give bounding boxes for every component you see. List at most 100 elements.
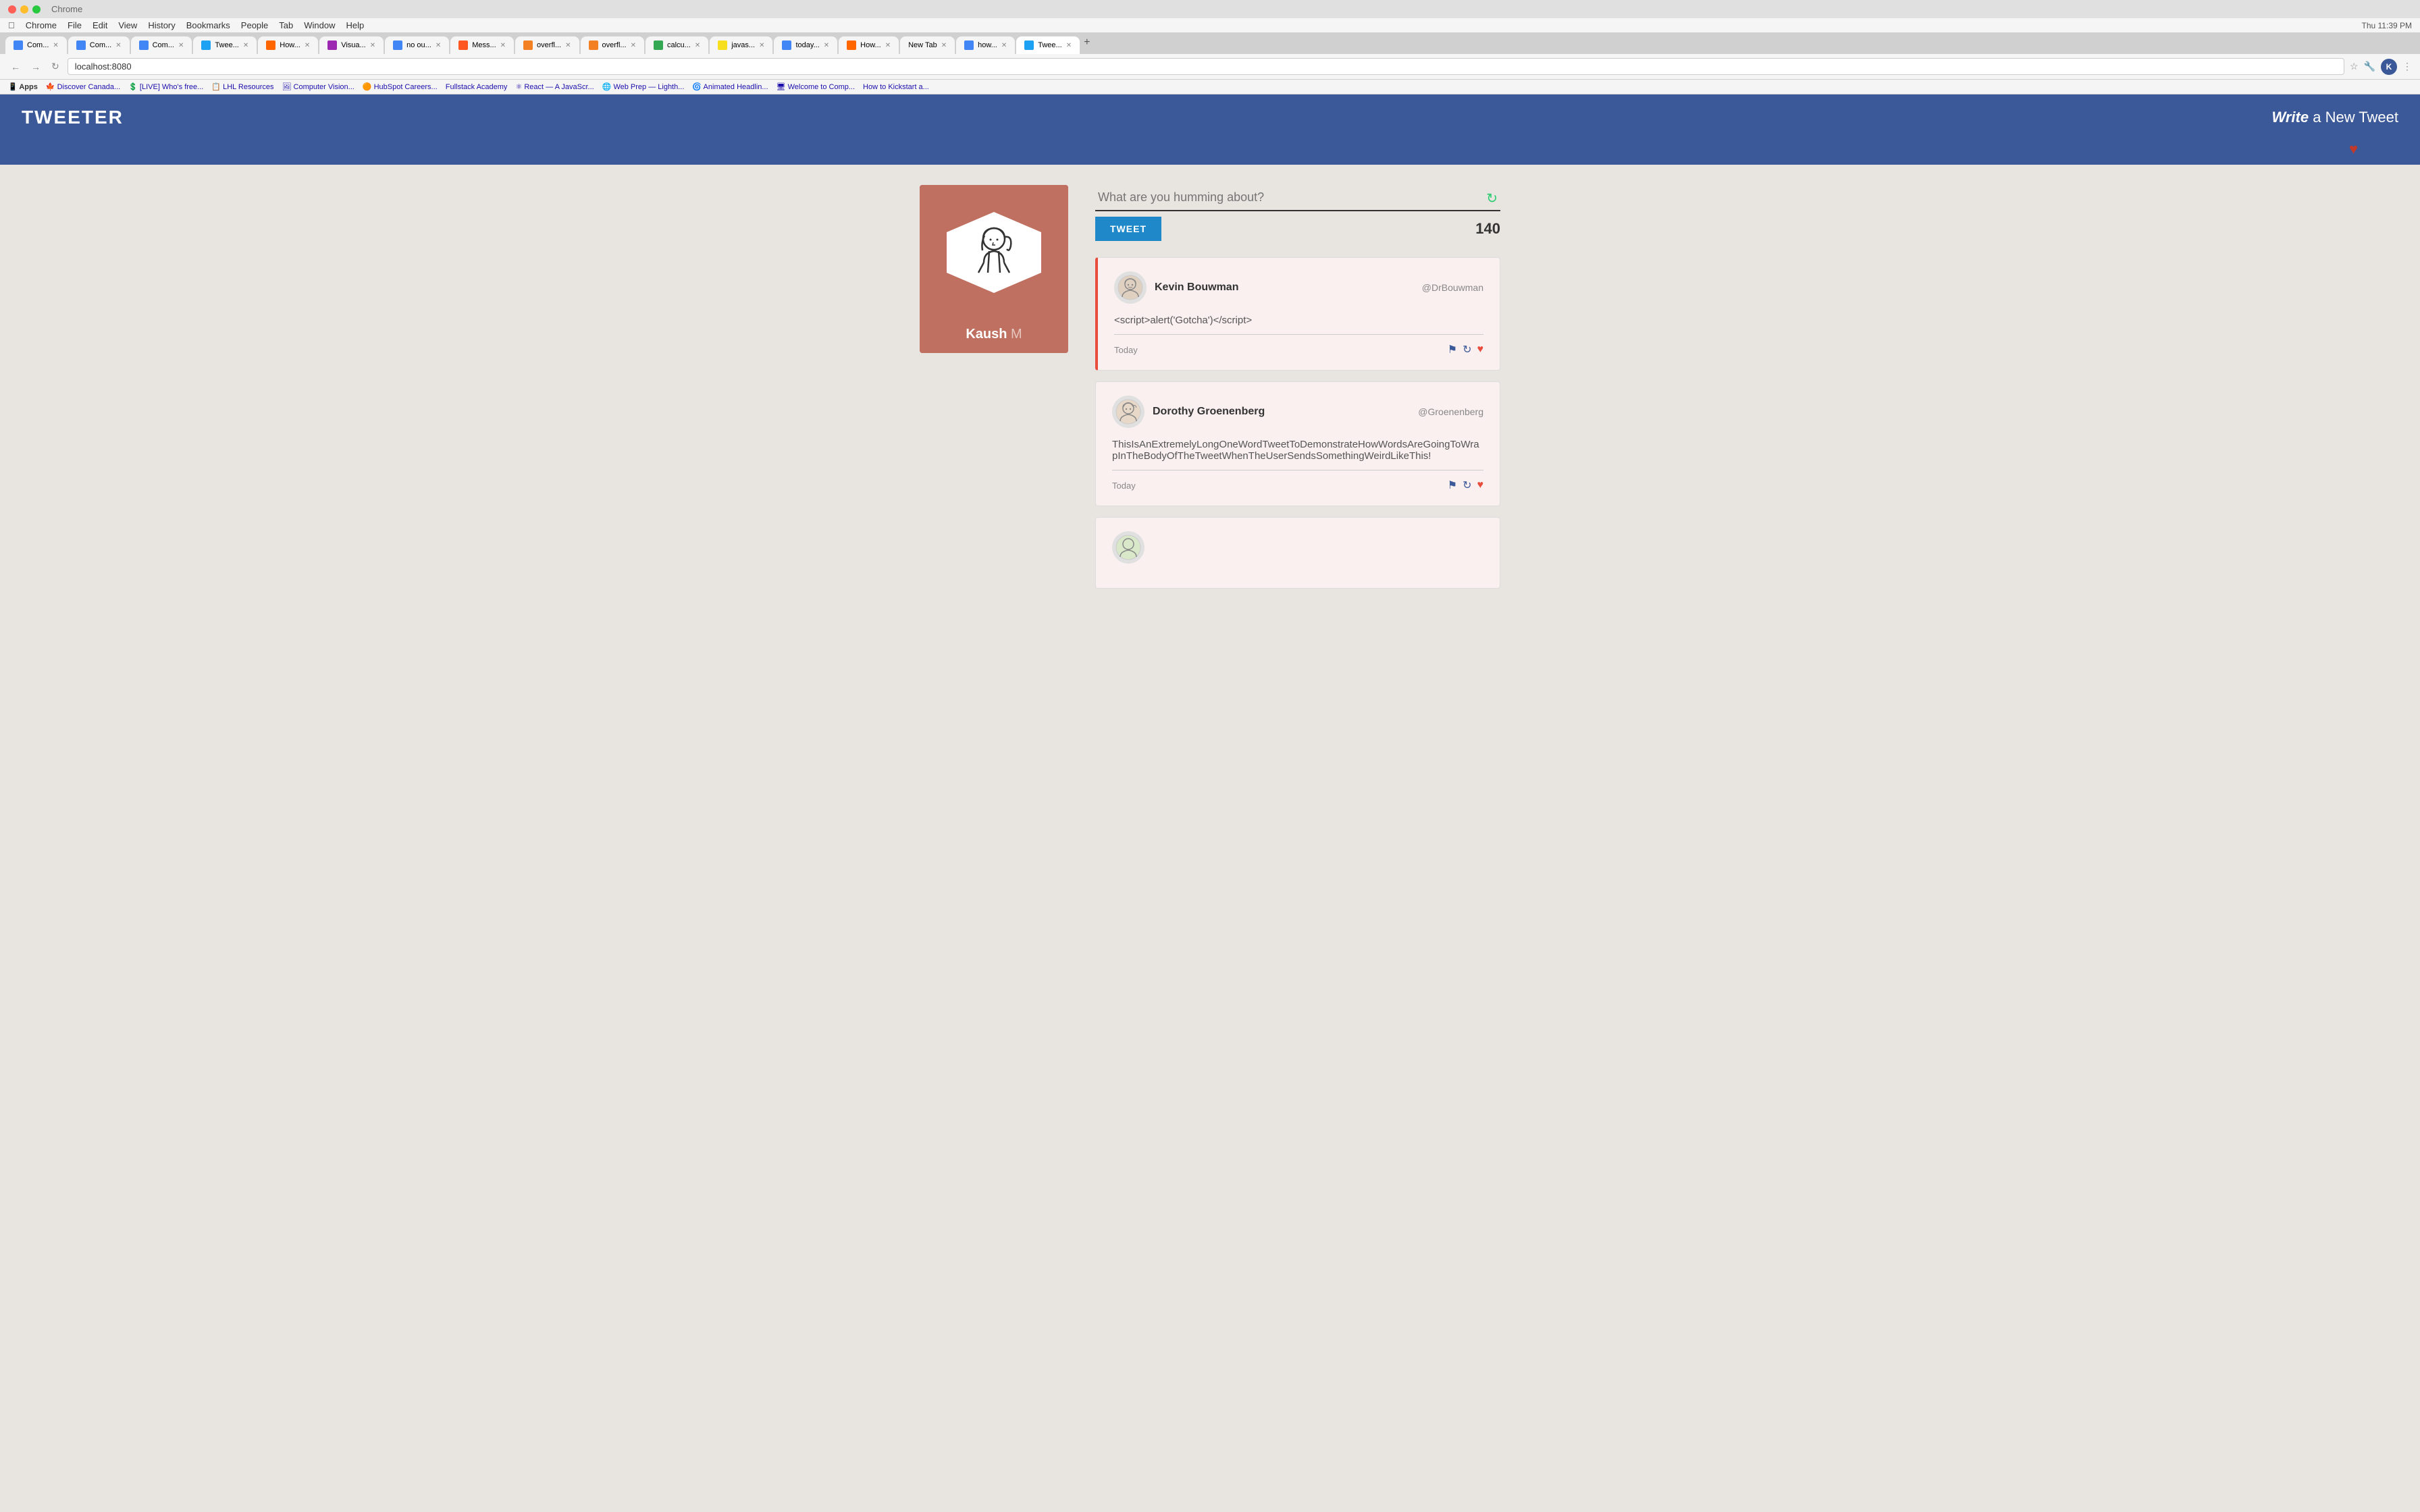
- tab-tweet-active[interactable]: Twee... ✕: [1016, 36, 1080, 54]
- app-logo: TWEETER: [22, 107, 124, 128]
- tweet-footer-1: Today ⚑ ↻ ♥: [1114, 343, 1483, 356]
- menu-bar:  Chrome File Edit View History Bookmark…: [0, 18, 2420, 32]
- flag-icon-1[interactable]: ⚑: [1448, 343, 1457, 356]
- tab-overfl2[interactable]: overfl... ✕: [581, 36, 644, 54]
- char-count: 140: [1475, 220, 1500, 238]
- heart-icon-2[interactable]: ♥: [1477, 479, 1484, 491]
- tab-how2[interactable]: How... ✕: [839, 36, 899, 54]
- tweet-actions-2: ⚑ ↻ ♥: [1448, 479, 1483, 492]
- tab-how1[interactable]: How... ✕: [258, 36, 318, 54]
- bm-hubspot[interactable]: 🟠 HubSpot Careers...: [363, 82, 438, 91]
- menu-view[interactable]: View: [118, 20, 137, 30]
- right-content: ↻ TWEET 140: [1095, 185, 1500, 589]
- menu-help[interactable]: Help: [346, 20, 365, 30]
- tweet-avatar-svg-1: [1117, 274, 1144, 301]
- tab-overfl1[interactable]: overfl... ✕: [515, 36, 579, 54]
- tabs-bar: Com... ✕ Com... ✕ Com... ✕ Twee... ✕ How…: [0, 32, 2420, 54]
- bm-live[interactable]: 💲 [LIVE] Who's free...: [128, 82, 203, 91]
- menu-window[interactable]: Window: [304, 20, 335, 30]
- tab-comp2[interactable]: Com... ✕: [68, 36, 130, 54]
- tweet-body-1: <script>alert('Gotcha')</script>: [1114, 315, 1483, 335]
- tweet-user-2: Dorothy Groenenberg: [1112, 396, 1265, 428]
- retweet-icon-2[interactable]: ↻: [1463, 479, 1471, 492]
- bm-discover[interactable]: 🍁 Discover Canada...: [46, 82, 120, 91]
- system-clock: Thu 11:39 PM: [2362, 21, 2412, 30]
- tab-how3[interactable]: how... ✕: [956, 36, 1015, 54]
- menu-people[interactable]: People: [241, 20, 268, 30]
- profile-section: Kaush M: [920, 185, 1068, 589]
- profile-avatar-svg: [964, 222, 1024, 283]
- tab-comp3[interactable]: Com... ✕: [131, 36, 192, 54]
- traffic-lights: [8, 5, 41, 14]
- bm-cv[interactable]: 🖼 Computer Vision...: [282, 82, 354, 91]
- compose-input-wrapper: ↻: [1095, 185, 1500, 211]
- bm-welcome[interactable]: 🖥 Welcome to Comp...: [777, 82, 855, 91]
- menu-bookmarks[interactable]: Bookmarks: [186, 20, 230, 30]
- forward-button[interactable]: →: [28, 60, 43, 74]
- tab-comp1[interactable]: Com... ✕: [5, 36, 67, 54]
- profile-hex: [947, 212, 1041, 293]
- menu-dots[interactable]: ⋮: [2402, 61, 2412, 72]
- browser-chrome: Chrome  Chrome File Edit View History B…: [0, 0, 2420, 94]
- tweet-header-3: [1112, 531, 1483, 564]
- flag-icon-2[interactable]: ⚑: [1448, 479, 1457, 492]
- write-label: Write: [2272, 109, 2309, 126]
- address-bar: ← → ↻ localhost:8080 ☆ 🔧 K ⋮: [0, 54, 2420, 80]
- tab-tweet1[interactable]: Twee... ✕: [193, 36, 257, 54]
- browser-name: Chrome: [51, 4, 82, 14]
- tab-calcu[interactable]: calcu... ✕: [646, 36, 708, 54]
- compose-input[interactable]: [1095, 185, 1500, 211]
- app-header-wrapper: TWEETER Write a New Tweet ♥: [0, 94, 2420, 165]
- tweet-handle-2: @Groenenberg: [1418, 406, 1483, 417]
- heart-icon-1[interactable]: ♥: [1477, 344, 1484, 356]
- new-tab-button[interactable]: +: [1084, 36, 1090, 54]
- tweet-avatar-1: [1114, 271, 1147, 304]
- main-content: Kaush M ↻ TWEET 140: [906, 165, 1514, 609]
- reload-button[interactable]: ↻: [49, 59, 62, 74]
- bm-fullstack[interactable]: Fullstack Academy: [446, 83, 508, 91]
- tab-new[interactable]: New Tab ✕: [900, 36, 955, 54]
- tweet-username-1: Kevin Bouwman: [1155, 281, 1238, 294]
- bm-lhl[interactable]: 📋 LHL Resources: [211, 82, 273, 91]
- tweet-avatar-svg-3: [1115, 534, 1142, 561]
- tweet-button[interactable]: TWEET: [1095, 217, 1161, 241]
- arrow-down-icon: ♥: [2349, 140, 2358, 158]
- bm-kickstart[interactable]: How to Kickstart a...: [863, 83, 929, 91]
- close-button[interactable]: [8, 5, 16, 14]
- menu-history[interactable]: History: [148, 20, 175, 30]
- menu-file[interactable]: File: [68, 20, 82, 30]
- tab-today[interactable]: today... ✕: [774, 36, 837, 54]
- title-bar: Chrome: [0, 0, 2420, 18]
- back-button[interactable]: ←: [8, 60, 23, 74]
- menu-tab[interactable]: Tab: [279, 20, 293, 30]
- tweet-card-2: Dorothy Groenenberg @Groenenberg ThisIsA…: [1095, 381, 1500, 506]
- tab-javas[interactable]: javas... ✕: [710, 36, 772, 54]
- user-avatar-browser[interactable]: K: [2381, 59, 2397, 75]
- bm-webprep[interactable]: 🌐 Web Prep — Lighth...: [602, 82, 685, 91]
- maximize-button[interactable]: [32, 5, 41, 14]
- refresh-icon[interactable]: ↻: [1486, 190, 1498, 207]
- menu-apple[interactable]: : [8, 20, 15, 30]
- tweet-header-1: Kevin Bouwman @DrBouwman: [1114, 271, 1483, 304]
- bm-animated[interactable]: 🌀 Animated Headlin...: [692, 82, 768, 91]
- compose-area: ↻ TWEET 140: [1095, 185, 1500, 241]
- tweet-header-2: Dorothy Groenenberg @Groenenberg: [1112, 396, 1483, 428]
- tweet-avatar-svg-2: [1115, 398, 1142, 425]
- url-input[interactable]: localhost:8080: [68, 58, 2344, 75]
- menu-edit[interactable]: Edit: [93, 20, 107, 30]
- menu-chrome[interactable]: Chrome: [26, 20, 57, 30]
- tweet-avatar-2: [1112, 396, 1145, 428]
- tab-mess[interactable]: Mess... ✕: [450, 36, 514, 54]
- bm-react[interactable]: ⚛ React — A JavaScr...: [515, 82, 594, 91]
- tab-no-ou[interactable]: no ou... ✕: [385, 36, 449, 54]
- profile-card: Kaush M: [920, 185, 1068, 353]
- apps-bookmark[interactable]: 📱 Apps: [8, 82, 38, 91]
- extensions-icon[interactable]: 🔧: [2364, 61, 2375, 72]
- retweet-icon-1[interactable]: ↻: [1463, 343, 1471, 356]
- tweet-user-1: Kevin Bouwman: [1114, 271, 1238, 304]
- minimize-button[interactable]: [20, 5, 28, 14]
- bookmark-star[interactable]: ☆: [2350, 61, 2359, 72]
- tweet-actions-1: ⚑ ↻ ♥: [1448, 343, 1483, 356]
- tab-visual[interactable]: Visua... ✕: [319, 36, 384, 54]
- hex-container: [947, 212, 1041, 293]
